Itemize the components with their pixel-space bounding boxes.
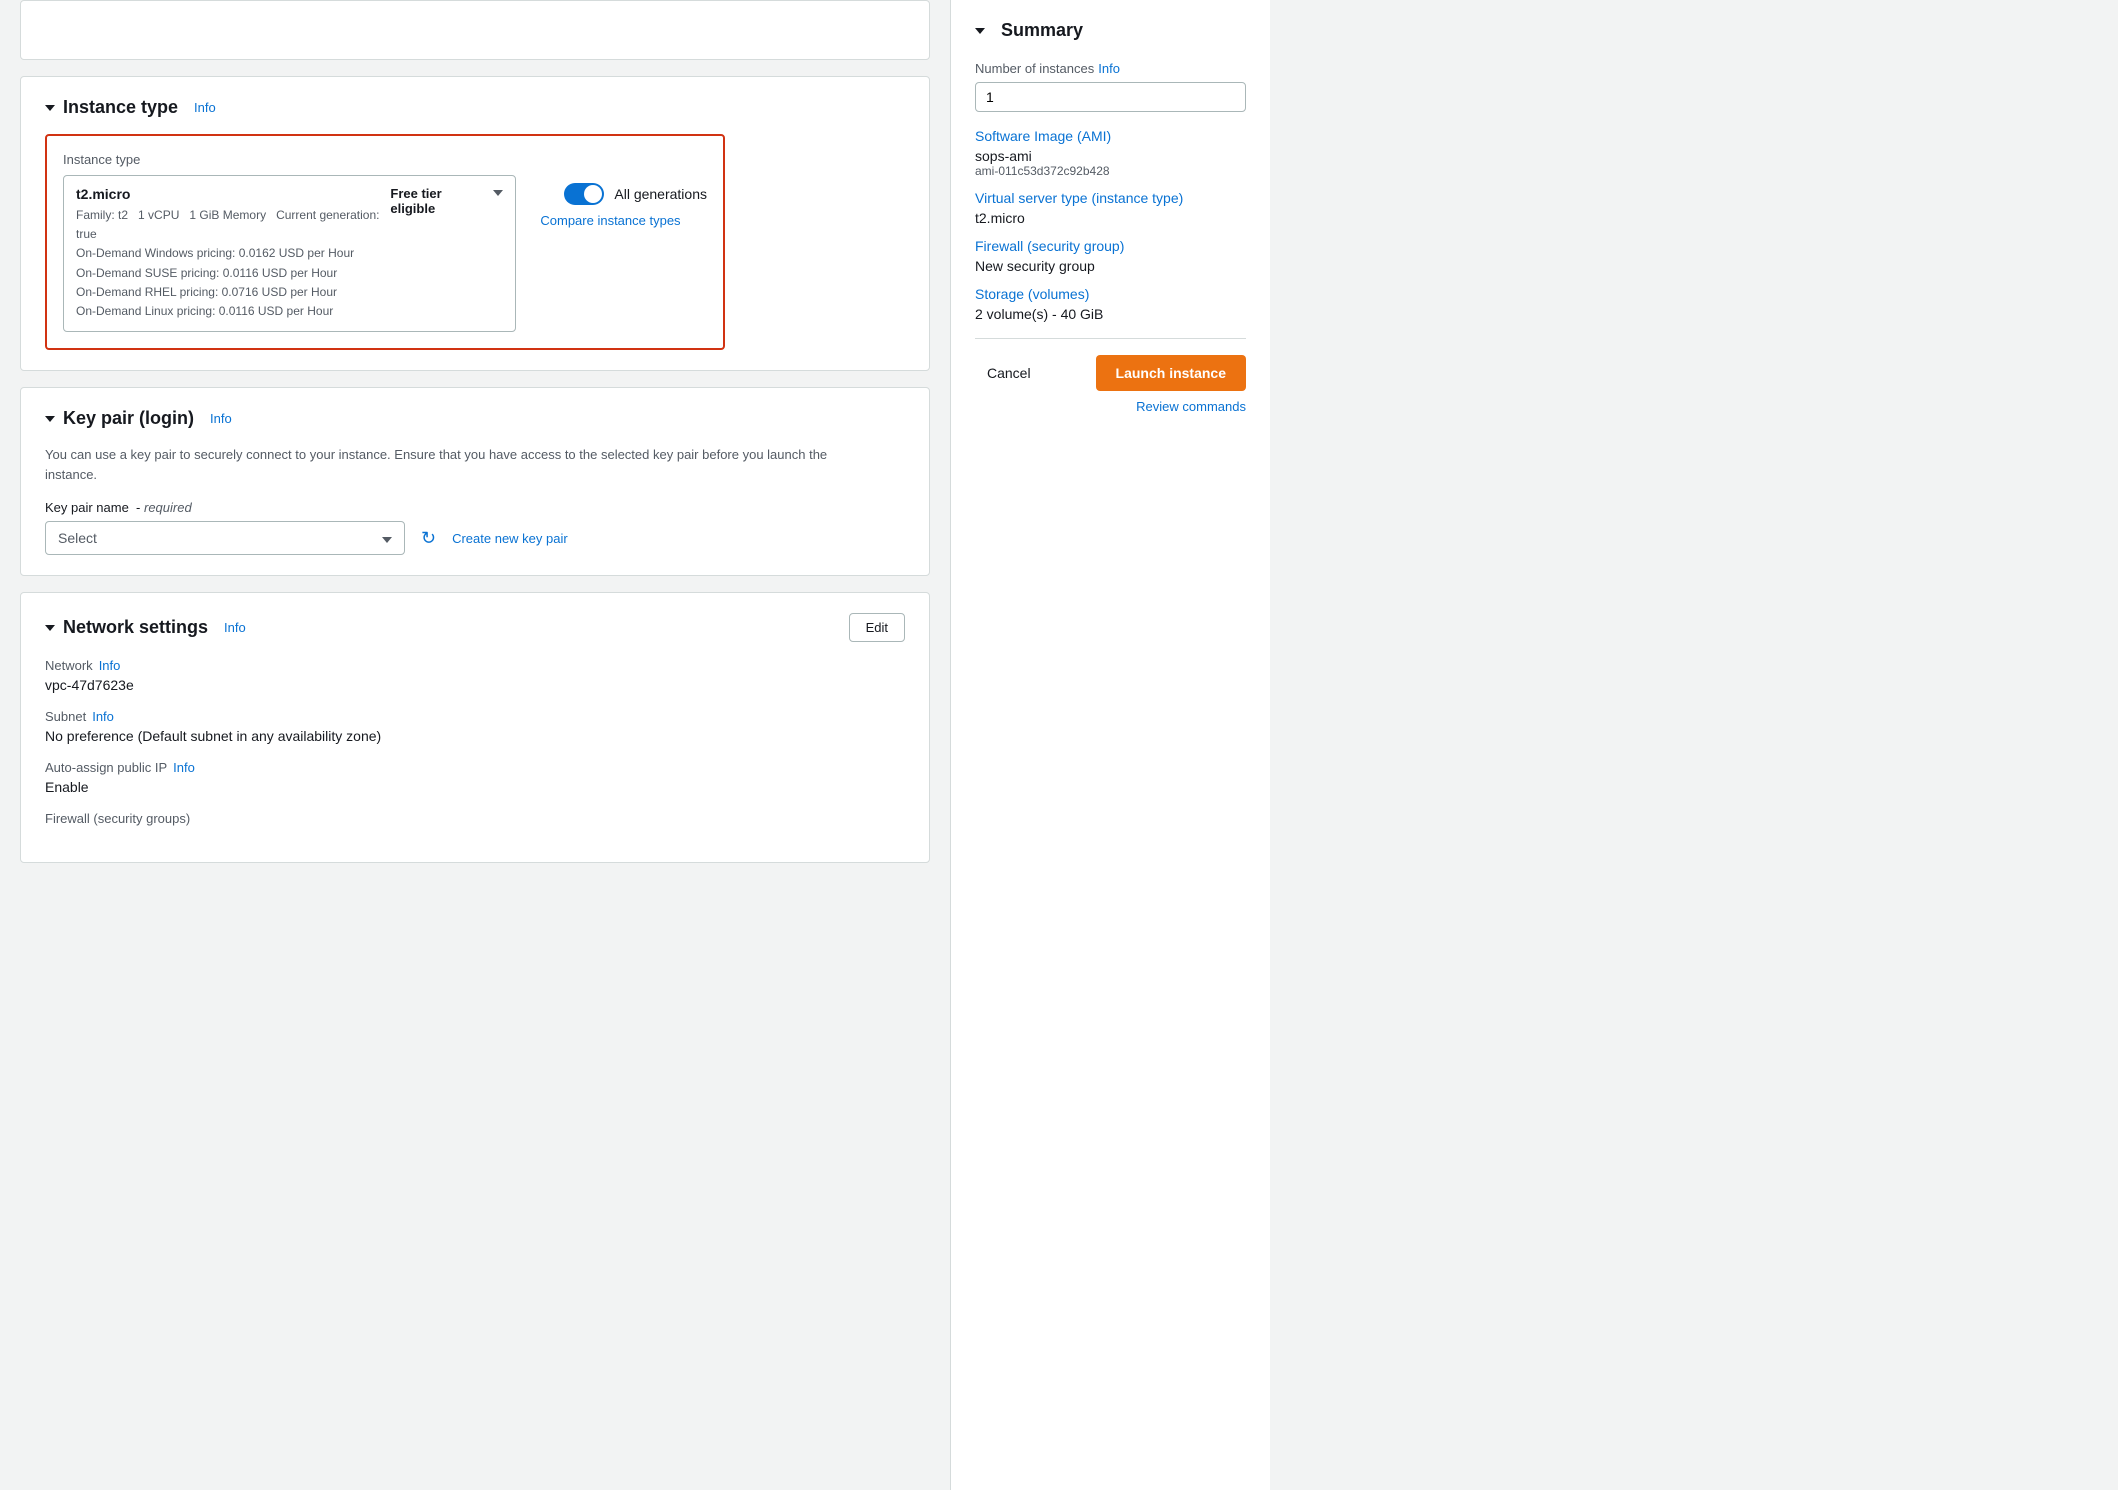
num-instances-input[interactable]	[975, 82, 1246, 112]
network-settings-section: Network settings Info Edit Network Info …	[20, 592, 930, 863]
network-settings-header: Network settings Info Edit	[45, 613, 905, 642]
network-settings-edit-button[interactable]: Edit	[849, 613, 905, 642]
network-settings-info-link[interactable]: Info	[224, 620, 246, 635]
chevron-down-icon	[45, 416, 55, 422]
suse-pricing: On-Demand SUSE pricing: 0.0116 USD per H…	[76, 266, 337, 280]
instance-vcpu: 1 vCPU	[138, 208, 179, 222]
subnet-field: Subnet Info No preference (Default subne…	[45, 709, 905, 744]
launch-instance-button[interactable]: Launch instance	[1096, 355, 1246, 391]
network-field: Network Info vpc-47d7623e	[45, 658, 905, 693]
summary-divider	[975, 338, 1246, 339]
summary-ami-value: sops-ami ami-011c53d372c92b428	[975, 148, 1246, 178]
network-info-link[interactable]: Info	[99, 658, 121, 673]
summary-sidebar: Summary Number of instances Info Softwar…	[950, 0, 1270, 1490]
instance-type-selector[interactable]: t2.micro Family: t2 1 vCPU 1 GiB Memory …	[63, 175, 516, 332]
compare-instance-types-link[interactable]: Compare instance types	[540, 213, 707, 228]
instance-type-title: Instance type	[63, 97, 178, 118]
network-label: Network Info	[45, 658, 905, 673]
summary-instance-type-title[interactable]: Virtual server type (instance type)	[975, 190, 1246, 206]
instance-type-info-box: t2.micro Family: t2 1 vCPU 1 GiB Memory …	[76, 186, 390, 321]
key-pair-info-link[interactable]: Info	[210, 411, 232, 426]
key-pair-controls: Select ↻ Create new key pair	[45, 521, 905, 555]
key-pair-select-dropdown[interactable]: Select	[45, 521, 405, 555]
instance-name: t2.micro	[76, 186, 390, 202]
rhel-pricing: On-Demand RHEL pricing: 0.0716 USD per H…	[76, 285, 337, 299]
instance-family: Family: t2	[76, 208, 128, 222]
key-pair-header: Key pair (login) Info	[45, 408, 905, 429]
subnet-info-link[interactable]: Info	[92, 709, 114, 724]
refresh-button[interactable]: ↻	[417, 524, 440, 553]
instance-type-field-label: Instance type	[63, 152, 707, 167]
summary-storage-title[interactable]: Storage (volumes)	[975, 286, 1246, 302]
ami-name: sops-ami	[975, 148, 1246, 164]
key-pair-name-label: Key pair name - required	[45, 500, 905, 515]
summary-instance-type-value: t2.micro	[975, 210, 1246, 226]
auto-assign-value: Enable	[45, 779, 905, 795]
cancel-button[interactable]: Cancel	[975, 357, 1043, 389]
subnet-value: No preference (Default subnet in any ava…	[45, 728, 905, 744]
all-generations-toggle[interactable]: All generations	[564, 183, 707, 205]
instance-type-header: Instance type Info	[45, 97, 905, 118]
num-instances-info-link[interactable]: Info	[1098, 61, 1120, 76]
instance-memory: 1 GiB Memory	[189, 208, 266, 222]
auto-assign-field: Auto-assign public IP Info Enable	[45, 760, 905, 795]
summary-chevron-icon	[975, 28, 985, 34]
key-pair-section: Key pair (login) Info You can use a key …	[20, 387, 930, 576]
linux-pricing: On-Demand Linux pricing: 0.0116 USD per …	[76, 304, 333, 318]
toggle-switch[interactable]	[564, 183, 604, 205]
auto-assign-label: Auto-assign public IP Info	[45, 760, 905, 775]
chevron-down-icon	[45, 625, 55, 631]
num-instances-label: Number of instances Info	[975, 61, 1246, 76]
key-pair-description: You can use a key pair to securely conne…	[45, 445, 865, 484]
summary-ami-title[interactable]: Software Image (AMI)	[975, 128, 1246, 144]
network-settings-title: Network settings	[63, 617, 208, 638]
create-key-pair-link[interactable]: Create new key pair	[452, 531, 568, 546]
instance-type-row: t2.micro Family: t2 1 vCPU 1 GiB Memory …	[63, 175, 707, 332]
firewall-label: Firewall (security groups)	[45, 811, 905, 826]
ami-id: ami-011c53d372c92b428	[975, 164, 1246, 178]
instance-type-actions: All generations Compare instance types	[540, 175, 707, 228]
subnet-label: Subnet Info	[45, 709, 905, 724]
summary-firewall-title[interactable]: Firewall (security group)	[975, 238, 1246, 254]
instance-type-details: Family: t2 1 vCPU 1 GiB Memory Current g…	[76, 206, 390, 321]
instance-type-dropdown-arrow-icon[interactable]	[493, 190, 503, 196]
windows-pricing: On-Demand Windows pricing: 0.0162 USD pe…	[76, 246, 354, 260]
top-truncated-card	[20, 0, 930, 60]
chevron-down-icon	[45, 105, 55, 111]
key-pair-dropdown-arrow-icon	[382, 537, 392, 543]
instance-type-section: Instance type Info Instance type t2.micr…	[20, 76, 930, 371]
firewall-field: Firewall (security groups)	[45, 811, 905, 826]
summary-title: Summary	[975, 20, 1246, 41]
review-commands-link[interactable]: Review commands	[975, 399, 1246, 414]
instance-type-info-link[interactable]: Info	[194, 100, 216, 115]
summary-actions: Cancel Launch instance	[975, 355, 1246, 391]
required-text: required	[144, 500, 192, 515]
key-pair-title: Key pair (login)	[63, 408, 194, 429]
summary-storage-value: 2 volume(s) - 40 GiB	[975, 306, 1246, 322]
free-tier-badge: Free tier eligible	[390, 186, 485, 216]
all-generations-label: All generations	[614, 186, 707, 202]
summary-firewall-value: New security group	[975, 258, 1246, 274]
select-placeholder: Select	[58, 530, 97, 546]
instance-type-box: Instance type t2.micro Family: t2 1 vCPU…	[45, 134, 725, 350]
network-value: vpc-47d7623e	[45, 677, 905, 693]
auto-assign-info-link[interactable]: Info	[173, 760, 195, 775]
